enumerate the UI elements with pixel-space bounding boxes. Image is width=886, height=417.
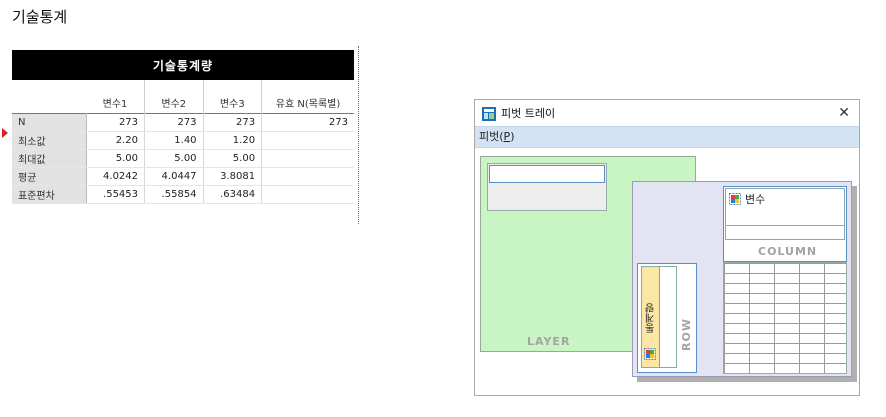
column-header-corner bbox=[12, 80, 86, 114]
variable-icon bbox=[729, 193, 741, 205]
row-drop-slot[interactable]: 통계량 bbox=[641, 266, 677, 368]
column-header: 변수3 bbox=[203, 80, 263, 114]
variable-icon bbox=[644, 345, 656, 364]
table-dotted-border bbox=[358, 46, 359, 224]
table-row: 평균 4.0242 4.0447 3.8081 bbox=[12, 167, 354, 186]
table-cell: 273 bbox=[86, 113, 146, 132]
row-label: ROW bbox=[680, 318, 693, 351]
table-cell bbox=[261, 167, 354, 186]
window-title: 피벗 트레이 bbox=[501, 107, 556, 120]
table-cell: 4.0242 bbox=[86, 167, 146, 186]
table-cell: 3.8081 bbox=[203, 167, 263, 186]
table-cell: 273 bbox=[144, 113, 204, 132]
column-label: COLUMN bbox=[758, 245, 818, 258]
table-cell: 5.00 bbox=[86, 149, 146, 168]
row-header: 최대값 bbox=[12, 149, 87, 168]
descriptive-stats-table[interactable]: 기술통계량 변수1 변수2 변수3 유효 N(목록별) N 273 273 27… bbox=[12, 50, 354, 204]
pivot-tray-window: 피벗 트레이 ✕ 피벗(P) LAYER 변수 COLUMN 통계량 ROW bbox=[474, 99, 860, 396]
table-cell: 273 bbox=[261, 113, 354, 132]
table-row: 표준편차 .55453 .55854 .63484 bbox=[12, 185, 354, 204]
pivot-area: LAYER 변수 COLUMN 통계량 ROW bbox=[475, 148, 859, 395]
pivot-grid-preview bbox=[723, 262, 847, 374]
table-cell: 5.00 bbox=[203, 149, 263, 168]
column-drop-slot[interactable]: 변수 bbox=[725, 188, 845, 240]
row-variable-chip[interactable]: 통계량 bbox=[642, 267, 660, 367]
table-cell bbox=[261, 185, 354, 204]
table-cell: 2.20 bbox=[86, 131, 146, 150]
table-cell: 1.40 bbox=[144, 131, 204, 150]
column-zone[interactable]: 변수 COLUMN bbox=[723, 186, 847, 262]
table-row: 최대값 5.00 5.00 5.00 bbox=[12, 149, 354, 168]
column-header: 변수1 bbox=[86, 80, 146, 114]
close-icon[interactable]: ✕ bbox=[838, 105, 850, 121]
page-title: 기술통계 bbox=[12, 8, 68, 26]
row-header: N bbox=[12, 113, 87, 132]
table-cell: 5.00 bbox=[144, 149, 204, 168]
table-cell: 4.0447 bbox=[144, 167, 204, 186]
row-header: 최소값 bbox=[12, 131, 87, 150]
row-header: 표준편차 bbox=[12, 185, 87, 204]
menu-pivot[interactable]: 피벗(P) bbox=[479, 130, 514, 143]
table-cell: 1.20 bbox=[203, 131, 263, 150]
table-cell: .63484 bbox=[203, 185, 263, 204]
table-row: N 273 273 273 273 bbox=[12, 113, 354, 132]
pivot-app-icon bbox=[482, 106, 496, 121]
layer-label: LAYER bbox=[527, 335, 571, 348]
table-cell: .55453 bbox=[86, 185, 146, 204]
window-titlebar[interactable]: 피벗 트레이 ✕ bbox=[475, 100, 859, 126]
menu-bar: 피벗(P) bbox=[475, 126, 859, 148]
selection-marker-arrow bbox=[2, 128, 8, 138]
table-row: 최소값 2.20 1.40 1.20 bbox=[12, 131, 354, 150]
column-variable-label: 변수 bbox=[745, 193, 766, 206]
table-title: 기술통계량 bbox=[12, 50, 354, 80]
column-header: 유효 N(목록별) bbox=[275, 99, 341, 110]
row-column-zone: 변수 COLUMN 통계량 ROW bbox=[632, 181, 852, 377]
table-cell bbox=[261, 131, 354, 150]
row-variable-label: 통계량 bbox=[646, 303, 657, 333]
column-variable-chip[interactable]: 변수 bbox=[729, 191, 765, 207]
table-cell: 273 bbox=[203, 113, 263, 132]
table-cell bbox=[261, 149, 354, 168]
row-header: 평균 bbox=[12, 167, 87, 186]
layer-drop-slot[interactable] bbox=[487, 163, 607, 211]
column-header: 변수2 bbox=[144, 80, 204, 114]
table-cell: .55854 bbox=[144, 185, 204, 204]
row-zone[interactable]: 통계량 ROW bbox=[637, 263, 697, 373]
